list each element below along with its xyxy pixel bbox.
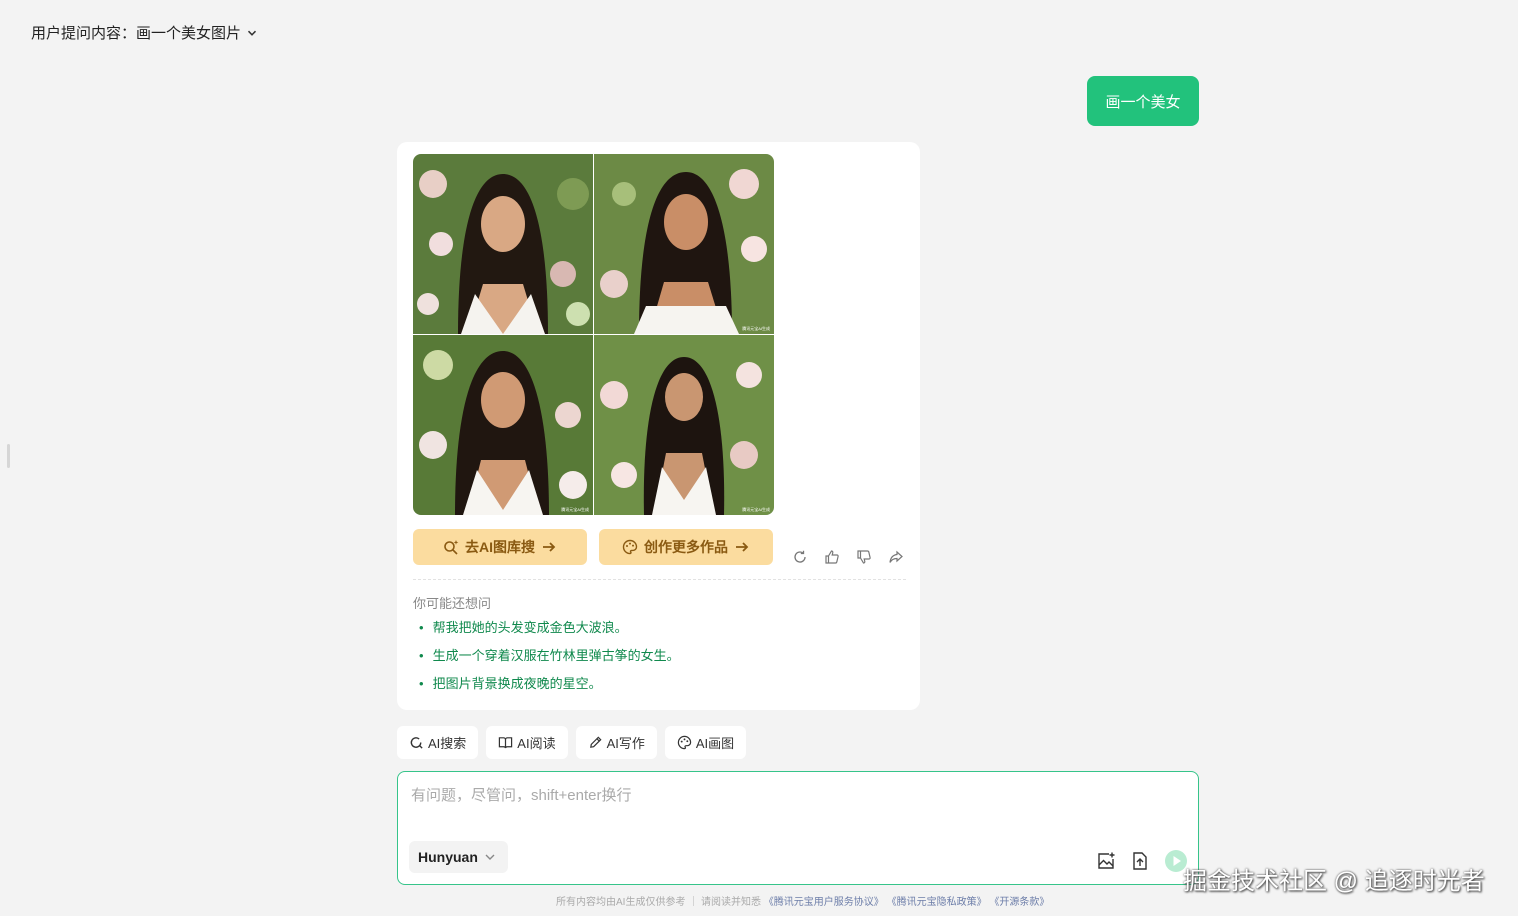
disclaimer-text: 所有内容均由AI生成仅供参考 ｜ 请阅读并知悉	[556, 897, 762, 908]
model-name: Hunyuan	[418, 849, 478, 865]
suggestion-item[interactable]: 帮我把她的头发变成金色大波浪。	[419, 619, 680, 647]
refresh-icon[interactable]	[792, 549, 808, 565]
quick-tools: AI搜索 AI阅读 AI写作 AI画图	[397, 726, 747, 759]
sidebar-resize-handle[interactable]	[7, 444, 10, 468]
ai-draw-label: AI画图	[695, 736, 735, 751]
portrait-image-3: 腾讯元宝AI生成	[413, 335, 593, 515]
thumbs-up-icon[interactable]	[824, 549, 840, 565]
arrow-right-icon	[736, 542, 749, 552]
palette-icon	[622, 539, 638, 555]
portrait-image-2: 腾讯元宝AI生成	[594, 154, 774, 334]
create-more-button[interactable]: 创作更多作品	[599, 529, 773, 565]
prompt-label: 用户提问内容：	[31, 25, 137, 42]
ai-search-label: AI搜索	[428, 736, 467, 751]
search-library-label: 去AI图库搜	[465, 539, 535, 555]
footer-disclaimer: 所有内容均由AI生成仅供参考 ｜ 请阅读并知悉 《腾讯元宝用户服务协议》 《腾讯…	[556, 893, 1049, 908]
palette-icon	[677, 735, 692, 750]
ai-read-label: AI阅读	[517, 736, 556, 751]
answer-card: 腾讯元宝AI生成 腾讯元宝AI生成 腾讯元宝AI生成 去AI图库搜 创作更多作品…	[397, 142, 920, 710]
suggestion-item[interactable]: 把图片背景换成夜晚的星空。	[419, 675, 680, 703]
suggestion-item[interactable]: 生成一个穿着汉服在竹林里弹古筝的女生。	[419, 647, 680, 675]
ai-write-label: AI写作	[606, 736, 645, 751]
image-watermark: 腾讯元宝AI生成	[561, 506, 589, 512]
watermark: 掘金技术社区 @ 追逐时光者	[1183, 868, 1485, 895]
book-icon	[499, 737, 513, 749]
ai-read-button[interactable]: AI阅读	[486, 726, 568, 759]
image-watermark: 腾讯元宝AI生成	[742, 506, 770, 512]
search-library-button[interactable]: 去AI图库搜	[413, 529, 587, 565]
share-icon[interactable]	[888, 549, 904, 565]
image-upload-icon[interactable]	[1096, 851, 1116, 871]
prompt-header[interactable]: 用户提问内容： 画一个美女图片	[31, 22, 257, 43]
chat-input[interactable]	[411, 784, 1171, 834]
create-more-label: 创作更多作品	[644, 539, 728, 555]
privacy-link[interactable]: 《腾讯元宝隐私政策》	[887, 897, 987, 908]
opensource-link[interactable]: 《开源条款》	[989, 897, 1049, 908]
image-watermark: 腾讯元宝AI生成	[742, 325, 770, 331]
file-upload-icon[interactable]	[1130, 851, 1150, 871]
model-select[interactable]: Hunyuan	[409, 841, 508, 873]
prompt-value: 画一个美女图片	[136, 25, 242, 42]
image-grid: 腾讯元宝AI生成 腾讯元宝AI生成 腾讯元宝AI生成	[413, 154, 774, 515]
suggestion-list: 帮我把她的头发变成金色大波浪。 生成一个穿着汉服在竹林里弹古筝的女生。 把图片背…	[419, 619, 680, 703]
chevron-down-icon	[485, 854, 495, 860]
chevron-down-icon[interactable]	[247, 28, 257, 38]
ai-draw-button[interactable]: AI画图	[664, 726, 747, 759]
answer-toolbar	[792, 549, 904, 565]
portrait-image-1	[413, 154, 593, 334]
generated-image[interactable]: 腾讯元宝AI生成	[594, 335, 774, 515]
search-sparkle-icon	[444, 540, 459, 555]
generated-image[interactable]	[413, 154, 593, 334]
ai-search-button[interactable]: AI搜索	[397, 726, 479, 759]
ai-write-button[interactable]: AI写作	[575, 726, 657, 759]
terms-link[interactable]: 《腾讯元宝用户服务协议》	[764, 897, 884, 908]
generated-image[interactable]: 腾讯元宝AI生成	[594, 154, 774, 334]
arrow-right-icon	[543, 542, 556, 552]
generated-image[interactable]: 腾讯元宝AI生成	[413, 335, 593, 515]
portrait-image-4: 腾讯元宝AI生成	[594, 335, 774, 515]
chat-input-box: Hunyuan	[397, 771, 1199, 885]
user-message-bubble: 画一个美女	[1087, 76, 1199, 126]
input-actions	[1096, 849, 1188, 873]
suggestions-title: 你可能还想问	[413, 596, 492, 611]
divider	[413, 579, 906, 580]
search-icon	[410, 737, 423, 749]
thumbs-down-icon[interactable]	[856, 549, 872, 565]
pen-icon	[589, 736, 602, 748]
